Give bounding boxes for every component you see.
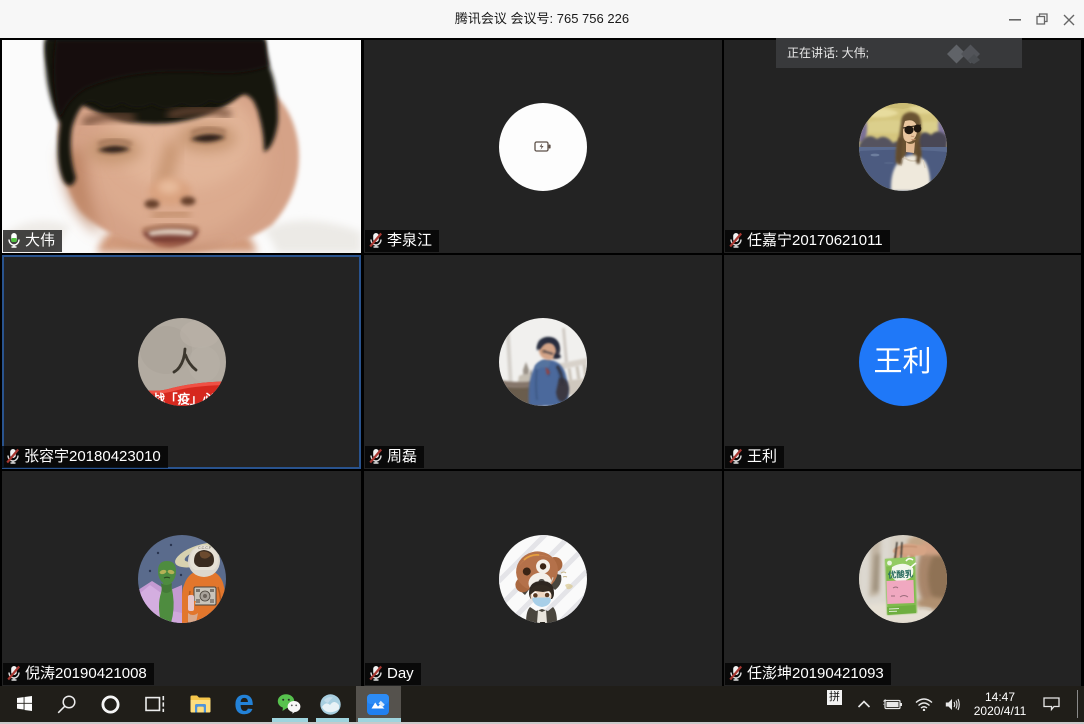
svg-text:优酸乳: 优酸乳 [887,568,913,579]
svg-text:C.C.C.P: C.C.C.P [198,546,212,550]
svg-text:战「疫」必胜: 战「疫」必胜 [152,392,226,407]
svg-text:e: e [234,690,254,720]
